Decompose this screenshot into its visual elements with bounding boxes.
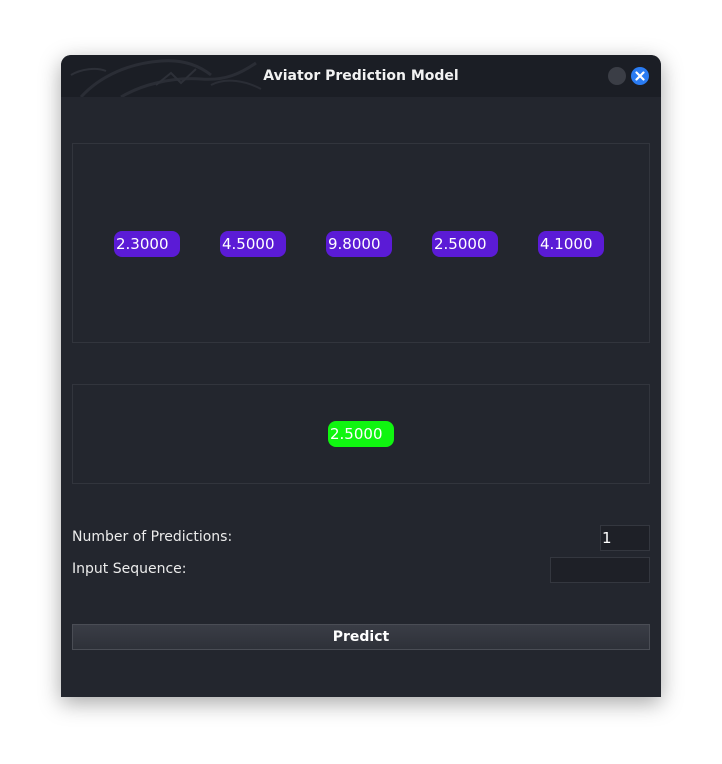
predict-button[interactable]: Predict [72, 624, 650, 650]
sequence-value-5: 4.1000 [538, 231, 604, 257]
sequence-value-2: 4.5000 [220, 231, 286, 257]
sequence-value-1: 2.3000 [114, 231, 180, 257]
close-icon [635, 71, 645, 81]
sequence-panel: 2.3000 4.5000 9.8000 2.5000 4.1000 [72, 143, 650, 343]
minimize-button[interactable] [608, 67, 626, 85]
prediction-value: 2.5000 [328, 421, 394, 447]
title-bar[interactable]: Aviator Prediction Model [61, 55, 661, 97]
input-sequence-label: Input Sequence: [72, 561, 187, 577]
prediction-panel: 2.5000 [72, 384, 650, 484]
close-button[interactable] [631, 67, 649, 85]
input-sequence-input[interactable] [550, 557, 650, 583]
app-window: Aviator Prediction Model 2.3000 4.5000 9… [61, 55, 661, 697]
sequence-value-3: 9.8000 [326, 231, 392, 257]
num-predictions-input[interactable] [600, 525, 650, 551]
num-predictions-label: Number of Predictions: [72, 529, 233, 545]
sequence-value-4: 2.5000 [432, 231, 498, 257]
window-title: Aviator Prediction Model [263, 68, 459, 84]
